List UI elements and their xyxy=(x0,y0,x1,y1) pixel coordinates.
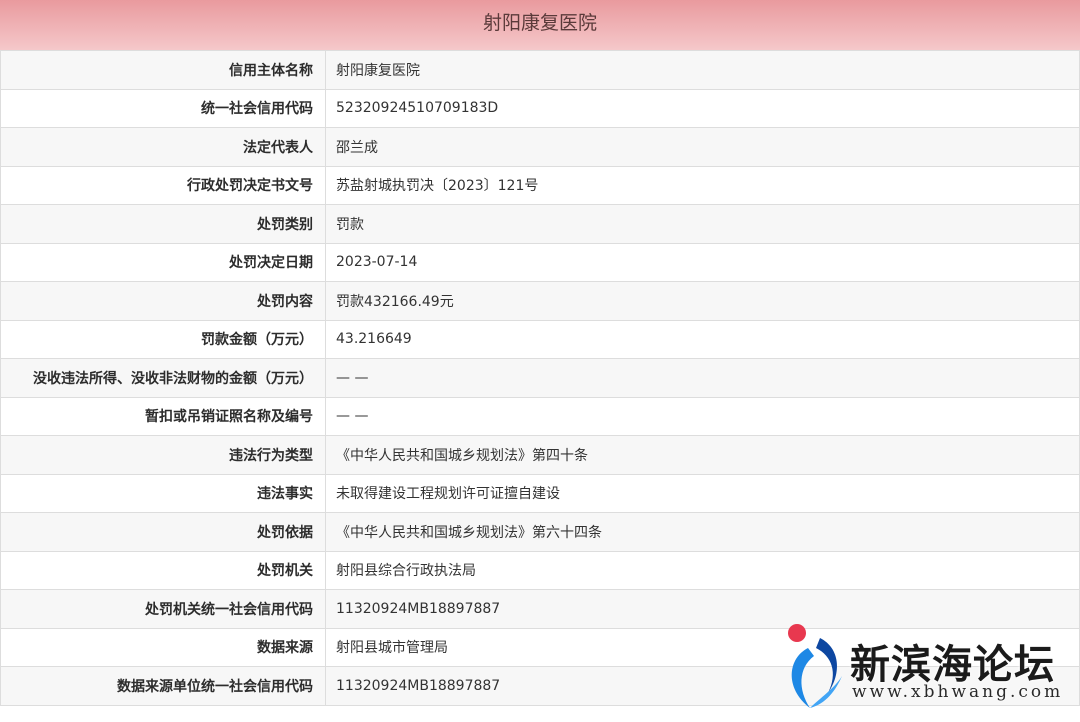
field-value: 52320924510709183D xyxy=(325,88,1080,128)
field-value: 罚款 xyxy=(325,204,1080,244)
table-row: 处罚机关 射阳县综合行政执法局 xyxy=(0,550,1080,590)
field-label: 行政处罚决定书文号 xyxy=(0,165,326,205)
table-row: 处罚类别 罚款 xyxy=(0,204,1080,244)
page-title: 射阳康复医院 xyxy=(0,0,1080,50)
table-row: 统一社会信用代码 52320924510709183D xyxy=(0,88,1080,128)
field-label: 没收违法所得、没收非法财物的金额（万元） xyxy=(0,358,326,398)
field-label: 处罚决定日期 xyxy=(0,242,326,282)
field-label: 处罚依据 xyxy=(0,512,326,552)
field-label: 违法行为类型 xyxy=(0,435,326,475)
field-value: 射阳康复医院 xyxy=(325,50,1080,90)
table-row: 罚款金额（万元） 43.216649 xyxy=(0,319,1080,359)
field-value: — — xyxy=(325,358,1080,398)
field-value: 邵兰成 xyxy=(325,127,1080,167)
table-row: 处罚依据 《中华人民共和国城乡规划法》第六十四条 xyxy=(0,512,1080,552)
field-label: 罚款金额（万元） xyxy=(0,319,326,359)
field-value: 罚款432166.49元 xyxy=(325,281,1080,321)
credit-record-table: 信用主体名称 射阳康复医院 统一社会信用代码 52320924510709183D 法定… xyxy=(0,50,1080,706)
table-row: 违法事实 未取得建设工程规划许可证擅自建设 xyxy=(0,473,1080,513)
field-label: 暂扣或吊销证照名称及编号 xyxy=(0,396,326,436)
field-value: 苏盐射城执罚决〔2023〕121号 xyxy=(325,165,1080,205)
field-label: 处罚类别 xyxy=(0,204,326,244)
table-row: 没收违法所得、没收非法财物的金额（万元） — — xyxy=(0,358,1080,398)
field-value: 《中华人民共和国城乡规划法》第六十四条 xyxy=(325,512,1080,552)
table-row: 违法行为类型 《中华人民共和国城乡规划法》第四十条 xyxy=(0,435,1080,475)
watermark: 新滨海论坛 www.xbhwang.com xyxy=(780,618,1080,722)
field-label: 信用主体名称 xyxy=(0,50,326,90)
field-value: 《中华人民共和国城乡规划法》第四十条 xyxy=(325,435,1080,475)
field-label: 法定代表人 xyxy=(0,127,326,167)
field-label: 违法事实 xyxy=(0,473,326,513)
table-row: 行政处罚决定书文号 苏盐射城执罚决〔2023〕121号 xyxy=(0,165,1080,205)
field-value: 2023-07-14 xyxy=(325,242,1080,282)
field-value: — — xyxy=(325,396,1080,436)
watermark-url: www.xbhwang.com xyxy=(852,682,1064,702)
field-label: 处罚内容 xyxy=(0,281,326,321)
table-row: 法定代表人 邵兰成 xyxy=(0,127,1080,167)
table-row: 处罚内容 罚款432166.49元 xyxy=(0,281,1080,321)
field-label: 数据来源 xyxy=(0,627,326,667)
table-row: 信用主体名称 射阳康复医院 xyxy=(0,50,1080,90)
xbh-logo-icon xyxy=(788,624,842,708)
field-value: 未取得建设工程规划许可证擅自建设 xyxy=(325,473,1080,513)
field-label: 统一社会信用代码 xyxy=(0,88,326,128)
field-label: 处罚机关统一社会信用代码 xyxy=(0,589,326,629)
table-row: 处罚决定日期 2023-07-14 xyxy=(0,242,1080,282)
field-value: 43.216649 xyxy=(325,319,1080,359)
field-label: 数据来源单位统一社会信用代码 xyxy=(0,666,326,706)
field-label: 处罚机关 xyxy=(0,550,326,590)
field-value: 射阳县综合行政执法局 xyxy=(325,550,1080,590)
table-row: 暂扣或吊销证照名称及编号 — — xyxy=(0,396,1080,436)
